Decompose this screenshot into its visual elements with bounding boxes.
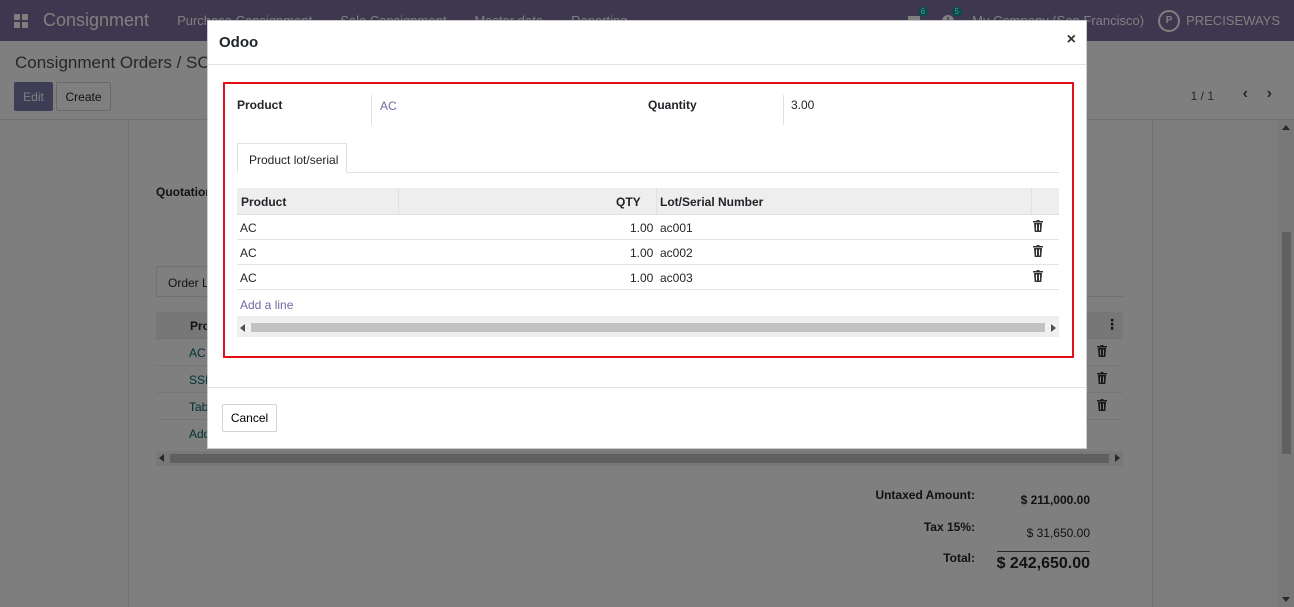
row-qty: 1.00 [630, 221, 654, 235]
row-lot-serial: ac002 [660, 246, 693, 260]
add-a-line-link[interactable]: Add a line [240, 298, 293, 312]
column-separator [1031, 188, 1032, 215]
column-product[interactable]: Product [241, 195, 286, 209]
lot-serial-table-header: Product QTY Lot/Serial Number [237, 188, 1059, 215]
row-qty: 1.00 [630, 271, 654, 285]
scroll-left-icon[interactable] [240, 324, 245, 332]
field-divider [371, 95, 372, 125]
scroll-right-icon[interactable] [1051, 324, 1056, 332]
quantity-field-label: Quantity [648, 98, 697, 112]
modal-header: Odoo × [208, 21, 1086, 65]
column-lot-serial-number[interactable]: Lot/Serial Number [660, 195, 763, 209]
table-scroll-area [237, 316, 1059, 337]
row-product: AC [240, 271, 257, 285]
scrollbar-thumb[interactable] [251, 323, 1045, 332]
horizontal-scrollbar[interactable] [237, 322, 1059, 333]
column-qty[interactable]: QTY [616, 195, 641, 209]
modal-footer: Cancel [208, 387, 1086, 449]
quantity-field-value: 3.00 [791, 98, 815, 112]
table-row[interactable]: AC 1.00 ac003 [237, 265, 1059, 290]
trash-icon[interactable] [1033, 220, 1043, 232]
row-product: AC [240, 221, 257, 235]
trash-icon[interactable] [1033, 245, 1043, 257]
modal-title: Odoo [219, 34, 259, 51]
tab-product-lot-serial-label: Product lot/serial [249, 153, 339, 167]
lot-serial-dialog: Odoo × Product AC Quantity 3.00 Product … [207, 20, 1087, 449]
table-row[interactable]: AC 1.00 ac002 [237, 240, 1059, 265]
trash-icon[interactable] [1033, 270, 1043, 282]
field-divider [783, 95, 784, 125]
column-separator [656, 188, 657, 215]
product-field-label: Product [237, 98, 283, 112]
row-qty: 1.00 [630, 246, 654, 260]
row-lot-serial: ac001 [660, 221, 693, 235]
close-icon[interactable]: × [1067, 31, 1076, 49]
tab-divider [237, 172, 1059, 173]
product-field-value[interactable]: AC [380, 99, 397, 113]
cancel-button[interactable]: Cancel [222, 404, 277, 432]
row-lot-serial: ac003 [660, 271, 693, 285]
column-separator [398, 188, 399, 215]
row-product: AC [240, 246, 257, 260]
table-row[interactable]: AC 1.00 ac001 [237, 215, 1059, 240]
tab-product-lot-serial[interactable]: Product lot/serial [237, 143, 347, 173]
